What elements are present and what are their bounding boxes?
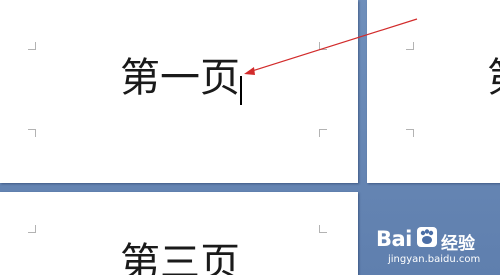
page-1-text[interactable]: 第一页 xyxy=(120,58,240,98)
document-workspace: 第一页 第 第三页 Bai 经验 jingyan.baidu.com xyxy=(0,0,500,275)
page-3-text[interactable]: 第三页 xyxy=(120,243,240,275)
watermark-logo-text: Bai xyxy=(376,227,412,251)
margin-corner-bottom-left xyxy=(406,129,414,137)
margin-corner-top-left xyxy=(28,225,36,233)
watermark-product-text: 经验 xyxy=(441,234,475,254)
baidu-watermark: Bai 经验 jingyan.baidu.com xyxy=(376,225,494,271)
margin-corner-top-left xyxy=(28,42,36,50)
margin-corner-top-right xyxy=(319,225,327,233)
margin-corner-bottom-right xyxy=(319,129,327,137)
margin-corner-top-right xyxy=(319,42,327,50)
page-2[interactable]: 第 xyxy=(367,0,500,183)
margin-corner-top-left xyxy=(406,42,414,50)
page-3[interactable]: 第三页 xyxy=(0,192,358,275)
paw-icon xyxy=(417,227,437,247)
margin-corner-bottom-left xyxy=(28,129,36,137)
page-2-text[interactable]: 第 xyxy=(487,58,500,98)
watermark-url: jingyan.baidu.com xyxy=(388,254,481,265)
text-cursor xyxy=(240,76,242,105)
page-1[interactable]: 第一页 xyxy=(0,0,358,183)
